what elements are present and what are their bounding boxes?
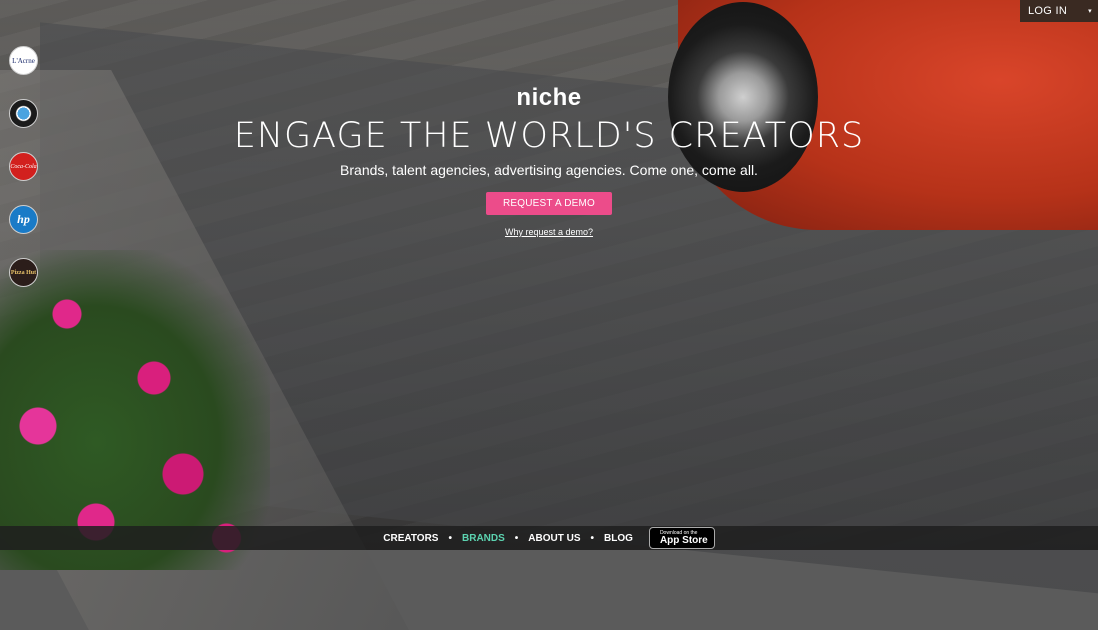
niche-logo[interactable]: niche (0, 84, 1098, 112)
page-title: ENGAGE THE WORLD'S CREATORS (233, 116, 865, 156)
login-button[interactable]: LOG IN ▾ (1020, 0, 1098, 22)
app-store-badge-text: Download on the App Store (659, 530, 708, 546)
footer-separator: • (514, 532, 519, 544)
footer-separator: • (590, 532, 595, 544)
brand-logo-pizza-hut[interactable]: Pizza Hut (9, 258, 38, 287)
brand-logo-text: L'Acrne (12, 56, 35, 65)
brand-logo-lucerne[interactable]: L'Acrne (9, 46, 38, 75)
request-demo-button[interactable]: REQUEST A DEMO (485, 192, 613, 215)
hero-section: niche ENGAGE THE WORLD'S CREATORS Brands… (0, 84, 1098, 237)
background-flowers (0, 250, 270, 570)
footer-link-brands[interactable]: BRANDS (462, 533, 505, 544)
footer-nav: CREATORS • BRANDS • ABOUT US • BLOG Down… (0, 526, 1098, 550)
footer-link-about-us[interactable]: ABOUT US (528, 533, 580, 544)
hero-subheadline: Brands, talent agencies, advertising age… (340, 162, 758, 178)
footer-link-blog[interactable]: BLOG (604, 533, 633, 544)
chevron-down-icon: ▾ (1088, 8, 1092, 15)
footer-link-creators[interactable]: CREATORS (383, 533, 438, 544)
why-request-demo-link[interactable]: Why request a demo? (0, 227, 1098, 237)
app-store-badge[interactable]: Download on the App Store (648, 527, 715, 549)
login-label: LOG IN (1028, 5, 1068, 17)
footer-separator: • (448, 532, 452, 544)
app-store-big-text: App Store (659, 534, 708, 546)
brand-logo-text: Pizza Hut (10, 269, 37, 276)
